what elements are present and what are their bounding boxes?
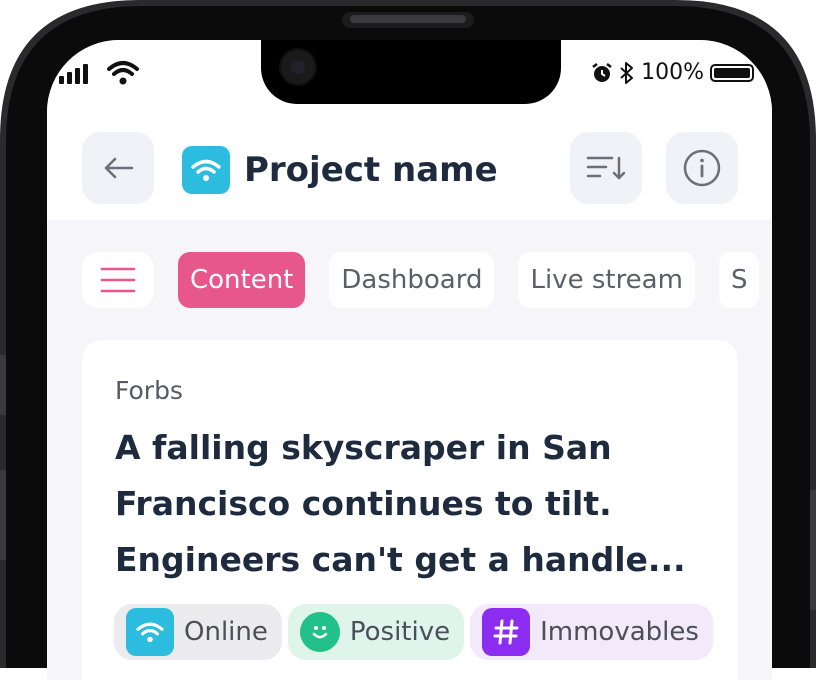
front-camera: [279, 48, 317, 86]
tag-list: Online Positive Immovables: [114, 604, 713, 660]
wifi-status-icon: [107, 61, 139, 85]
menu-button[interactable]: [82, 252, 154, 308]
news-source: Forbs: [115, 376, 183, 405]
wifi-icon: [126, 608, 174, 656]
tab-bar: Content Dashboard Live stream S: [82, 252, 760, 308]
hash-icon: [482, 608, 531, 656]
tag-label: Online: [184, 617, 268, 647]
battery-icon: [710, 63, 754, 82]
hamburger-icon: [100, 267, 136, 293]
info-button[interactable]: [666, 132, 738, 204]
bluetooth-icon: [620, 61, 634, 84]
project-title: Project name: [182, 146, 498, 194]
app-header: Project name: [47, 110, 772, 220]
smile-icon: [299, 612, 340, 652]
tab-content[interactable]: Content: [178, 252, 306, 308]
arrow-left-icon: [104, 157, 134, 179]
tag-online[interactable]: Online: [114, 604, 282, 660]
tab-dashboard[interactable]: Dashboard: [329, 252, 495, 308]
phone-screen: 100% Project name Content Dashboard Live…: [47, 40, 772, 680]
sort-icon: [586, 156, 626, 180]
info-icon: [683, 149, 721, 187]
tab-more[interactable]: S: [718, 252, 760, 308]
sort-button[interactable]: [570, 132, 642, 204]
cellular-signal-icon: [59, 64, 88, 84]
news-card[interactable]: Forbs A falling skyscraper in San Franci…: [82, 340, 738, 680]
battery-percent: 100%: [641, 60, 704, 85]
page-title: Project name: [244, 150, 498, 190]
tag-immovables[interactable]: Immovables: [470, 604, 713, 660]
news-headline: A falling skyscraper in San Francisco co…: [115, 428, 686, 579]
status-right: 100%: [591, 60, 754, 85]
status-bar: 100%: [47, 40, 772, 110]
back-button[interactable]: [82, 132, 154, 204]
tag-label: Immovables: [540, 617, 699, 647]
tag-positive[interactable]: Positive: [287, 604, 465, 660]
tab-live-stream[interactable]: Live stream: [518, 252, 695, 308]
alarm-icon: [592, 62, 612, 82]
wifi-icon: [182, 146, 230, 194]
tag-label: Positive: [349, 617, 451, 647]
